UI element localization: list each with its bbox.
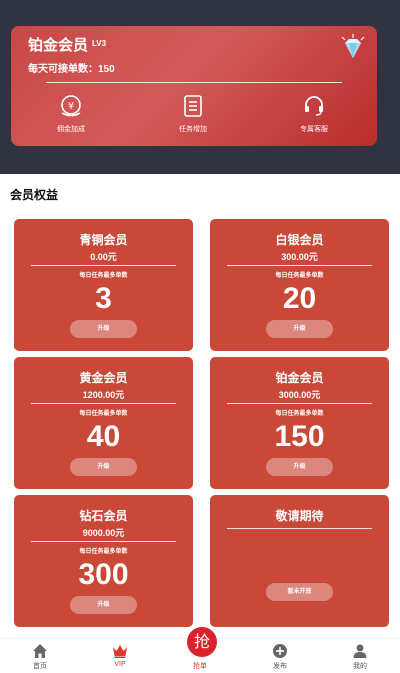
tier-price: 9000.00元: [82, 528, 125, 538]
feature-label: 专属客服: [300, 126, 328, 133]
tier-caption: 每日任务最多单数: [275, 273, 324, 279]
daily-orders-text: 每天可接单数：150: [28, 64, 115, 75]
headset-icon: [305, 96, 323, 116]
tier-divider: [227, 403, 372, 404]
member-status-card: 铂金会员 LV3 每天可接单数：150 ¥ 佣金加成 任务增加 专属客服: [11, 26, 377, 146]
tier-price: 3000.00元: [278, 390, 321, 400]
coming-soon-title: 敬请期待: [275, 509, 324, 523]
section-title: 会员权益: [10, 188, 59, 202]
member-level-badge: LV3: [92, 39, 107, 48]
tab-home[interactable]: 首页: [0, 639, 80, 673]
not-open-button[interactable]: 暂未开放: [266, 583, 333, 601]
tier-name: 铂金会员: [275, 371, 324, 385]
upgrade-button[interactable]: 升级: [266, 320, 333, 338]
tier-name: 钻石会员: [79, 509, 128, 523]
tier-divider: [31, 403, 176, 404]
diamond-icon: [341, 34, 365, 58]
tab-label: VIP: [114, 661, 126, 668]
tab-vip[interactable]: VIP: [80, 639, 160, 673]
tier-order-count: 150: [274, 420, 325, 453]
tab-label: 首页: [33, 663, 47, 670]
home-icon: [33, 644, 47, 658]
tier-card-platinum: 铂金会员 3000.00元 每日任务最多单数 150 升级: [210, 357, 389, 489]
tab-label: 发布: [273, 663, 287, 670]
tier-card-coming-soon: 敬请期待 暂未开放: [210, 495, 389, 627]
tab-publish[interactable]: 发布: [240, 639, 320, 673]
tier-price: 300.00元: [281, 252, 318, 262]
member-level-title: 铂金会员: [28, 37, 89, 54]
tier-order-count: 20: [282, 282, 317, 315]
feature-commission-bonus[interactable]: ¥ 佣金加成: [26, 94, 116, 134]
upgrade-button[interactable]: 升级: [70, 458, 137, 476]
svg-text:¥: ¥: [68, 101, 74, 112]
upgrade-button[interactable]: 升级: [266, 458, 333, 476]
grab-order-button[interactable]: 抢: [187, 627, 217, 657]
tier-price: 0.00元: [90, 252, 117, 262]
task-list-icon: [184, 95, 202, 117]
tab-label: 我的: [353, 663, 367, 670]
tier-name: 青铜会员: [79, 233, 128, 247]
plus-circle-icon: [273, 644, 287, 658]
tier-name: 白银会员: [275, 233, 324, 247]
feature-task-increase[interactable]: 任务增加: [148, 94, 238, 134]
feature-label: 佣金加成: [57, 126, 85, 133]
feature-exclusive-service[interactable]: 专属客服: [269, 94, 359, 134]
tab-label: 抢单: [193, 663, 207, 670]
tier-caption: 每日任务最多单数: [79, 549, 128, 555]
tier-divider: [31, 265, 176, 266]
tier-divider: [227, 265, 372, 266]
tab-mine[interactable]: 我的: [320, 639, 400, 673]
tier-order-count: 300: [78, 558, 129, 591]
tier-caption: 每日任务最多单数: [79, 411, 128, 417]
tier-order-count: 3: [95, 282, 112, 315]
crown-icon: [113, 645, 127, 658]
tier-card-gold: 黄金会员 1200.00元 每日任务最多单数 40 升级: [14, 357, 193, 489]
tier-card-silver: 白银会员 300.00元 每日任务最多单数 20 升级: [210, 219, 389, 351]
tier-divider: [227, 528, 372, 529]
tier-divider: [31, 541, 176, 542]
upgrade-button[interactable]: 升级: [70, 320, 137, 338]
tier-card-diamond: 钻石会员 9000.00元 每日任务最多单数 300 升级: [14, 495, 193, 627]
tier-order-count: 40: [86, 420, 121, 453]
feature-label: 任务增加: [179, 126, 207, 133]
tier-caption: 每日任务最多单数: [79, 273, 128, 279]
upgrade-button[interactable]: 升级: [70, 596, 137, 614]
card-divider: [46, 82, 342, 83]
person-icon: [353, 644, 367, 658]
tier-name: 黄金会员: [79, 371, 128, 385]
commission-icon: ¥: [61, 95, 81, 117]
tier-caption: 每日任务最多单数: [275, 411, 324, 417]
tier-card-bronze: 青铜会员 0.00元 每日任务最多单数 3 升级: [14, 219, 193, 351]
tier-price: 1200.00元: [82, 390, 125, 400]
